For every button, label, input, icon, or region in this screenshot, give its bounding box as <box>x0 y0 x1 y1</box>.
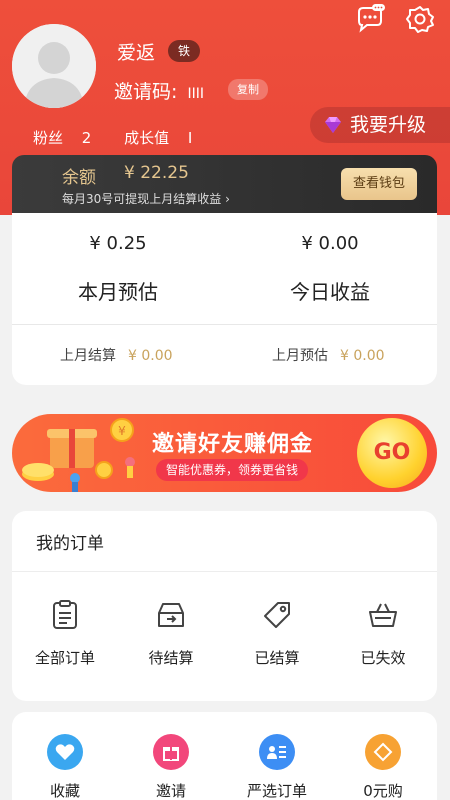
gem-icon <box>325 117 341 133</box>
copy-button[interactable]: 复制 <box>228 79 268 100</box>
tools-card: 收藏 邀请 严选订单 0元购 <box>12 712 437 800</box>
basket-icon <box>369 603 397 627</box>
order-pending[interactable]: 待结算 <box>118 599 224 668</box>
diamond-icon <box>365 734 401 770</box>
banner-title: 邀请好友赚佣金 <box>152 432 314 457</box>
order-settled-label: 已结算 <box>254 649 300 667</box>
month-estimate-label: 本月预估 <box>78 280 158 304</box>
withdraw-note[interactable]: 每月30号可提现上月结算收益 › <box>62 190 230 207</box>
banner-subtitle: 智能优惠券，领券更省钱 <box>156 459 309 481</box>
svg-text:¥: ¥ <box>118 424 126 438</box>
invite-banner[interactable]: ¥ 邀请好友赚佣金 智能优惠券，领券更省钱 GO <box>12 414 437 492</box>
go-button[interactable]: GO <box>357 418 427 488</box>
reward-illustration-icon: ¥ <box>22 418 135 492</box>
withdraw-note-text: 每月30号可提现上月结算收益 <box>62 192 222 206</box>
fans-count: 2 <box>81 129 92 147</box>
username: 爱返 <box>117 42 156 64</box>
inbox-icon <box>158 603 184 627</box>
user-stats: 粉丝 2 成长值 I <box>33 127 220 148</box>
my-orders-card: 我的订单 全部订单 待结算 已结算 已失效 <box>12 511 437 701</box>
balance-label: 余额 <box>62 168 96 188</box>
clipboard-icon <box>53 600 77 629</box>
gear-icon[interactable] <box>405 4 435 34</box>
invite-code-label: 邀请码: <box>114 81 178 103</box>
order-expired[interactable]: 已失效 <box>330 599 436 668</box>
avatar-placeholder-icon <box>12 24 96 108</box>
selected-orders-label: 严选订单 <box>246 782 307 800</box>
order-all-label: 全部订单 <box>34 649 95 667</box>
heart-icon <box>47 734 83 770</box>
invite-label: 邀请 <box>155 782 186 800</box>
earnings-divider <box>12 324 437 325</box>
today-earnings[interactable]: ¥ 0.00 今日收益 <box>224 233 436 305</box>
balance-value: ¥ 22.25 <box>124 163 189 183</box>
order-settled[interactable]: 已结算 <box>224 599 330 668</box>
last-month-estimate[interactable]: 上月预估 ¥ 0.00 <box>272 345 385 365</box>
growth-value: I <box>187 129 193 147</box>
selected-orders-button[interactable]: 严选订单 <box>224 734 330 800</box>
view-wallet-button[interactable]: 查看钱包 <box>340 168 417 200</box>
invite-code-value: IIII <box>187 86 204 102</box>
favorites-label: 收藏 <box>49 782 80 800</box>
avatar[interactable] <box>12 24 96 108</box>
fans-label: 粉丝 <box>33 129 64 147</box>
list-user-icon <box>259 734 295 770</box>
last-month-estimate-label: 上月预估 <box>272 348 328 364</box>
growth-stat[interactable]: 成长值 I <box>124 129 206 147</box>
month-estimate[interactable]: ¥ 0.25 本月预估 <box>12 233 224 305</box>
today-earnings-amount: ¥ 0.00 <box>301 233 359 254</box>
today-earnings-label: 今日收益 <box>290 280 370 304</box>
month-estimate-amount: ¥ 0.25 <box>89 233 147 254</box>
order-pending-label: 待结算 <box>148 649 194 667</box>
wallet-strip: 余额 ¥ 22.25 每月30号可提现上月结算收益 › 查看钱包 <box>12 155 437 213</box>
gift-icon <box>153 734 189 770</box>
favorites-button[interactable]: 收藏 <box>12 734 118 800</box>
chevron-right-icon: › <box>225 192 230 206</box>
last-month-settled[interactable]: 上月结算 ¥ 0.00 <box>60 345 173 365</box>
invite-button[interactable]: 邀请 <box>118 734 224 800</box>
upgrade-button[interactable]: 我要升级 <box>310 107 450 143</box>
fans-stat[interactable]: 粉丝 2 <box>33 129 105 147</box>
upgrade-label: 我要升级 <box>350 114 427 136</box>
invite-code-row: 邀请码: IIII <box>114 77 204 104</box>
level-badge: 铁 <box>168 40 201 62</box>
last-month-estimate-value: ¥ 0.00 <box>340 348 385 364</box>
orders-title: 我的订单 <box>36 534 104 554</box>
zero-yuan-label: 0元购 <box>363 782 403 800</box>
order-all[interactable]: 全部订单 <box>12 599 118 668</box>
order-expired-label: 已失效 <box>360 649 406 667</box>
last-month-settled-value: ¥ 0.00 <box>128 348 173 364</box>
tag-icon <box>264 602 290 628</box>
orders-divider <box>12 571 437 572</box>
zero-yuan-button[interactable]: 0元购 <box>330 734 436 800</box>
earnings-card: ¥ 0.25 本月预估 ¥ 0.00 今日收益 上月结算 ¥ 0.00 上月预估 ¥… <box>12 213 437 385</box>
chat-icon[interactable] <box>355 4 385 34</box>
last-month-settled-label: 上月结算 <box>60 348 116 364</box>
growth-label: 成长值 <box>124 129 170 147</box>
